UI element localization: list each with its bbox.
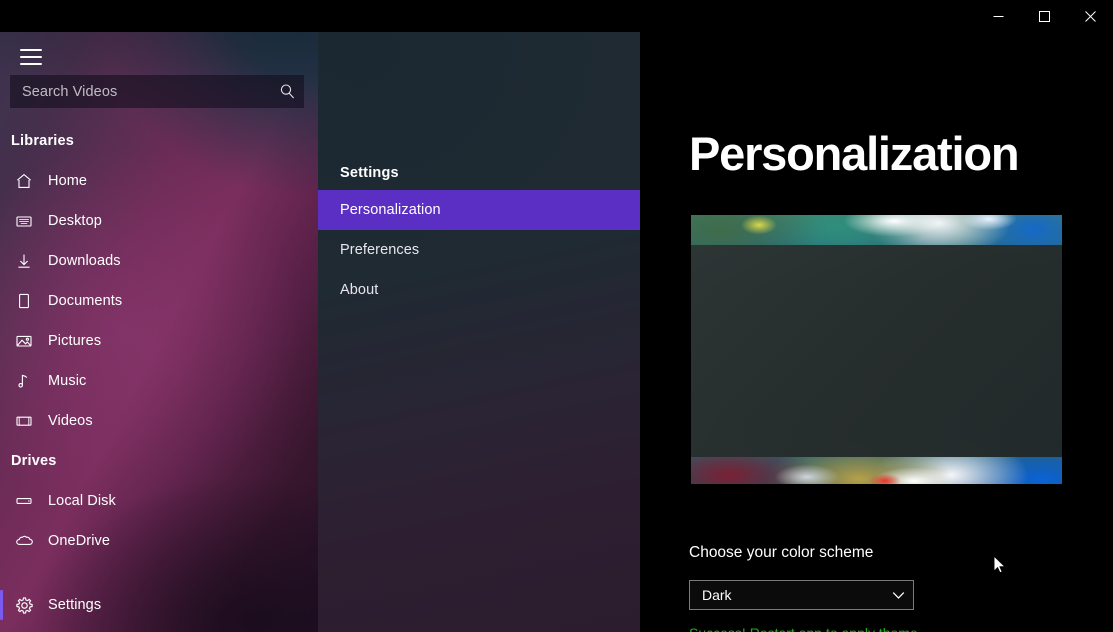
sidebar-item-home[interactable]: Home [0,161,318,201]
sidebar-item-label: Desktop [48,213,102,229]
cloud-icon [0,532,48,550]
hamburger-line [20,63,42,65]
sidebar-item-onedrive[interactable]: OneDrive [0,521,318,561]
sidebar-item-label: Documents [48,293,123,309]
sidebar-drives-list: Local Disk OneDrive [0,481,318,561]
sidebar-item-desktop[interactable]: Desktop [0,201,318,241]
active-accent-bar [0,590,3,620]
theme-wallpaper-preview[interactable] [689,213,1064,486]
sidebar-item-label: Pictures [48,333,102,349]
home-icon [0,172,48,190]
search-input-text: Search Videos [22,83,118,100]
sidebar-libraries-list: Home Desktop Downloads Documents Picture… [0,161,318,441]
page-title: Personalization [689,127,1020,180]
sidebar-item-label: Local Disk [48,493,116,509]
close-button[interactable] [1067,0,1113,32]
hamburger-menu-icon[interactable] [11,42,51,72]
sidebar-item-label: Home [48,173,88,189]
search-input[interactable]: Search Videos [10,75,304,108]
hamburger-line [20,56,42,58]
sidebar-section-header-libraries: Libraries [11,133,75,149]
settings-item-about[interactable]: About [318,270,640,310]
gear-icon [0,596,48,615]
color-scheme-value: Dark [702,587,732,603]
settings-item-personalization[interactable]: Personalization [318,190,640,230]
hard-drive-icon [0,492,48,510]
settings-panel-list: Personalization Preferences About [318,190,640,310]
sidebar-item-settings[interactable]: Settings [0,585,318,625]
settings-flyout-panel: Settings Personalization Preferences Abo… [318,32,640,632]
sidebar-bottom-list: Settings [0,585,318,625]
chevron-down-icon[interactable] [883,591,913,600]
navigation-sidebar: Search Videos Libraries Home Desktop Dow… [0,0,318,632]
settings-item-preferences[interactable]: Preferences [318,230,640,270]
video-film-icon [0,412,48,430]
window-controls [975,0,1113,32]
color-scheme-label: Choose your color scheme [689,544,874,561]
sidebar-section-header-drives: Drives [11,453,57,469]
app-window: Search Videos Libraries Home Desktop Dow… [0,0,1113,632]
sidebar-item-music[interactable]: Music [0,361,318,401]
music-note-icon [0,372,48,390]
sidebar-item-pictures[interactable]: Pictures [0,321,318,361]
download-icon [0,252,48,270]
sidebar-item-label: Downloads [48,253,121,269]
hamburger-line [20,49,42,51]
sidebar-item-downloads[interactable]: Downloads [0,241,318,281]
search-icon[interactable] [270,75,304,108]
sidebar-item-label: Videos [48,413,93,429]
sidebar-item-label: Settings [48,597,102,613]
desktop-icon [0,212,48,230]
color-scheme-select[interactable]: Dark [689,580,914,610]
title-bar [0,0,1113,32]
sidebar-item-label: OneDrive [48,533,111,549]
sidebar-item-label: Music [48,373,87,389]
status-message: Success! Restart app to apply theme. [689,625,922,632]
settings-panel-title: Settings [340,165,399,181]
sidebar-item-local-disk[interactable]: Local Disk [0,481,318,521]
minimize-button[interactable] [975,0,1021,32]
sidebar-item-documents[interactable]: Documents [0,281,318,321]
picture-icon [0,332,48,350]
document-icon [0,292,48,310]
preview-border [689,213,1064,486]
sidebar-item-videos[interactable]: Videos [0,401,318,441]
main-content: Personalization Choose your color scheme… [640,32,1113,632]
maximize-button[interactable] [1021,0,1067,32]
